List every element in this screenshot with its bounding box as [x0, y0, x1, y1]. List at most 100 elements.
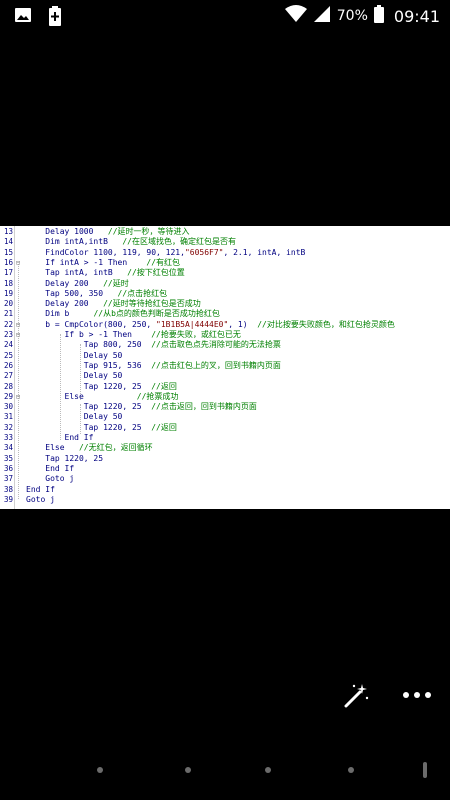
code-line: 28 Tap 1220, 25 //返回	[0, 382, 450, 392]
line-number: 29	[3, 391, 13, 401]
code-text: Tap 915, 536 //点击红包上的叉，回到书籍内页面	[26, 360, 281, 370]
line-number: 19	[3, 288, 13, 298]
status-left-icons	[14, 6, 62, 30]
code-text: Goto j	[26, 474, 75, 484]
nav-dot[interactable]	[348, 767, 354, 773]
line-number: 21	[3, 309, 13, 319]
nav-dot[interactable]	[185, 767, 191, 773]
code-line: 32 Tap 1220, 25 //返回	[0, 423, 450, 433]
fold-toggle-icon[interactable]: ⊟	[15, 258, 21, 268]
code-line: 26 Tap 915, 536 //点击红包上的叉，回到书籍内页面	[0, 361, 450, 371]
line-number: 16	[3, 257, 13, 267]
code-text: Tap 800, 250 //点击取色点先消除可能的无法抢票	[26, 340, 281, 350]
code-text: Dim intA,intB //在区域找色，确定红包是否有	[26, 237, 236, 247]
line-number: 37	[3, 474, 13, 484]
code-text: Delay 1000 //延时一秒，等待进入	[26, 227, 190, 236]
code-text: Tap 500, 350 //点击抢红包	[26, 288, 168, 298]
nav-dot[interactable]	[265, 767, 271, 773]
line-number: 34	[3, 443, 13, 453]
code-text: End If	[26, 433, 94, 442]
line-number: 20	[3, 299, 13, 309]
signal-icon	[313, 5, 331, 27]
navigation-bar	[0, 750, 450, 790]
code-text: Delay 50	[26, 371, 123, 381]
code-line: 20 Delay 200 //延时等待抢红包是否成功	[0, 299, 450, 309]
line-number: 25	[3, 350, 13, 360]
nav-dot[interactable]	[97, 767, 103, 773]
line-number: 38	[3, 484, 13, 494]
line-number: 13	[3, 227, 13, 236]
code-line: 14 Dim intA,intB //在区域找色，确定红包是否有	[0, 237, 450, 247]
code-line: 37 Goto j	[0, 474, 450, 484]
clock-time: 09:41	[393, 6, 440, 26]
line-number: 23	[3, 330, 13, 339]
code-text: Tap 1220, 25	[26, 453, 104, 463]
fold-toggle-icon[interactable]: ⊟	[15, 330, 21, 340]
line-number: 27	[3, 371, 13, 381]
code-text: Delay 200 //延时	[26, 278, 129, 288]
line-number: 32	[3, 422, 13, 432]
line-number: 33	[3, 433, 13, 442]
code-text: Tap 1220, 25 //返回	[26, 381, 177, 391]
code-line: 36 End If	[0, 464, 450, 474]
fold-toggle-icon[interactable]: ⊟	[15, 320, 21, 330]
line-number: 15	[3, 247, 13, 257]
status-right: 70% 09:41	[284, 5, 440, 27]
code-line: 35 Tap 1220, 25	[0, 454, 450, 464]
code-text: Dim b //从b点的颜色判断是否成功抢红包	[26, 309, 220, 319]
code-line: 38 End If	[0, 485, 450, 495]
code-line: 34 Else //无红包，返回循环	[0, 443, 450, 453]
code-text: Else //抢票成功	[26, 391, 179, 401]
code-line: 24 Tap 800, 250 //点击取色点先消除可能的无法抢票	[0, 340, 450, 350]
image-icon	[14, 6, 32, 30]
code-line: 15 FindColor 1100, 119, 90, 121,"6056F7"…	[0, 248, 450, 258]
code-text: Else //无红包，返回循环	[26, 443, 153, 453]
more-options-icon[interactable]	[400, 682, 434, 708]
line-number: 28	[3, 381, 13, 391]
line-number: 18	[3, 278, 13, 288]
code-text: Goto j	[26, 494, 55, 504]
code-line: 27 Delay 50	[0, 371, 450, 381]
code-text: Delay 50	[26, 412, 123, 422]
code-line: 25 Delay 50	[0, 351, 450, 361]
code-line: 30 Tap 1220, 25 //点击返回，回到书籍内页面	[0, 402, 450, 412]
line-number: 30	[3, 402, 13, 412]
code-line: 39 Goto j	[0, 495, 450, 505]
line-number: 39	[3, 494, 13, 504]
line-number: 24	[3, 340, 13, 350]
code-line: 29 ⊟ Else //抢票成功	[0, 392, 450, 402]
line-number: 35	[3, 453, 13, 463]
line-number: 17	[3, 268, 13, 278]
code-text: Tap intA, intB //按下红包位置	[26, 268, 185, 278]
status-bar: 70% 09:41	[0, 0, 450, 32]
code-text: b = CmpColor(800, 250, "1B1B5A|4444E0", …	[26, 319, 395, 329]
code-screenshot-image[interactable]: 13 Delay 1000 //延时一秒，等待进入 14 Dim intA,int…	[0, 226, 450, 509]
line-number: 26	[3, 360, 13, 370]
code-line: 31 Delay 50	[0, 412, 450, 422]
magic-wand-icon[interactable]	[340, 682, 370, 708]
wifi-icon	[284, 5, 307, 27]
code-text: Delay 50	[26, 350, 123, 360]
code-text: Delay 200 //延时等待抢红包是否成功	[26, 299, 201, 309]
code-line: 16 ⊟ If intA > -1 Then //有红包	[0, 258, 450, 268]
code-text: Tap 1220, 25 //返回	[26, 422, 177, 432]
code-line: 21 Dim b //从b点的颜色判断是否成功抢红包	[0, 309, 450, 319]
code-text: Tap 1220, 25 //点击返回，回到书籍内页面	[26, 402, 257, 412]
code-text: End If	[26, 484, 55, 494]
code-line: 18 Delay 200 //延时	[0, 279, 450, 289]
code-line: 13 Delay 1000 //延时一秒，等待进入	[0, 227, 450, 237]
code-line: 22 ⊟ b = CmpColor(800, 250, "1B1B5A|4444E…	[0, 320, 450, 330]
code-line: 17 Tap intA, intB //按下红包位置	[0, 268, 450, 278]
line-number: 31	[3, 412, 13, 422]
code-text: End If	[26, 463, 75, 473]
battery-percent: 70%	[336, 8, 368, 24]
code-line: 23 ⊟ If b > -1 Then //抢要失败，或红包已无	[0, 330, 450, 340]
battery-icon	[373, 5, 384, 27]
code-line: 19 Tap 500, 350 //点击抢红包	[0, 289, 450, 299]
nav-handle[interactable]	[423, 762, 427, 778]
code-text: If intA > -1 Then //有红包	[26, 257, 181, 267]
line-number: 36	[3, 463, 13, 473]
code-text: FindColor 1100, 119, 90, 121,"6056F7", 2…	[26, 247, 306, 257]
line-number: 22	[3, 319, 13, 329]
fold-toggle-icon[interactable]: ⊟	[15, 392, 21, 402]
